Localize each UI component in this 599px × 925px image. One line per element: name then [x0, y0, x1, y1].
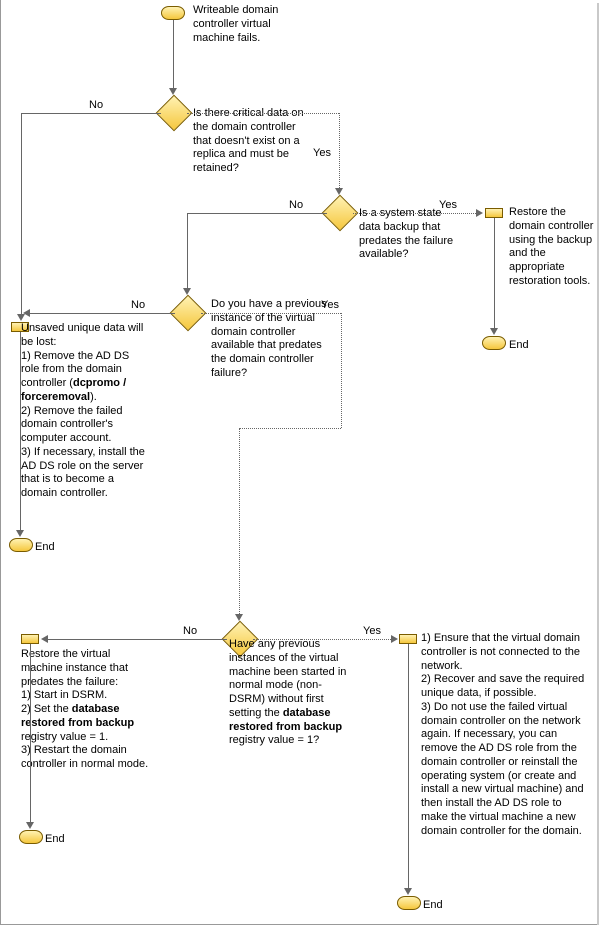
end-label-1: End	[509, 340, 529, 351]
outcome-unsaved-header: Unsaved unique data will be lost:	[21, 322, 143, 348]
outcome-restore-instance-2c: registry value = 1.	[21, 731, 108, 743]
outcome-unsaved-2: 2) Remove the failed domain controller's…	[21, 405, 123, 445]
d2-yes-label: Yes	[439, 200, 457, 211]
d4-no-label: No	[183, 626, 197, 637]
d4-part2: registry value = 1?	[229, 734, 319, 746]
outcome-restore-instance-1: 1) Start in DSRM.	[21, 689, 107, 701]
outcome-do-not-use: 1) Ensure that the virtual domain contro…	[421, 632, 589, 838]
decision-previous-instance-text: Do you have a previous instance of the v…	[211, 298, 327, 381]
outcome-yes-d4-3: 3) Do not use the failed virtual domain …	[421, 701, 584, 837]
start-text: Writeable domain controller virtual mach…	[193, 4, 303, 45]
outcome-unsaved-3: 3) If necessary, install the AD DS role …	[21, 446, 145, 499]
outcome-restore-instance: Restore the virtual machine instance tha…	[21, 648, 151, 772]
d3-yes-label: Yes	[321, 300, 339, 311]
end-label-3: End	[45, 834, 65, 845]
decision-critical-data-text: Is there critical data on the domain con…	[193, 107, 313, 176]
d2-no-label: No	[289, 200, 303, 211]
end-terminal-4	[397, 896, 421, 910]
process-restore-instance	[21, 634, 39, 644]
outcome-yes-d4-2: 2) Recover and save the required unique …	[421, 673, 584, 699]
decision-started-normal-mode-text: Have any previous instances of the virtu…	[229, 638, 355, 748]
start-terminal	[161, 6, 185, 20]
d1-yes-label: Yes	[313, 148, 331, 159]
flowchart-container: Writeable domain controller virtual mach…	[0, 0, 599, 925]
end-label-2: End	[35, 542, 55, 553]
d4-yes-label: Yes	[363, 626, 381, 637]
process-do-not-use	[399, 634, 417, 644]
outcome-unsaved-1c: ).	[90, 391, 97, 403]
end-terminal-1	[482, 336, 506, 350]
outcome-restore-instance-2a: 2) Set the	[21, 703, 72, 715]
outcome-unsaved: Unsaved unique data will be lost: 1) Rem…	[21, 322, 149, 501]
d1-no-label: No	[89, 100, 103, 111]
d3-no-label: No	[131, 300, 145, 311]
outcome-restore-instance-3: 3) Restart the domain controller in norm…	[21, 744, 148, 770]
end-label-4: End	[423, 900, 443, 911]
outcome-restore-backup: Restore the domain controller using the …	[509, 206, 597, 289]
process-restore-backup	[485, 208, 503, 218]
outcome-yes-d4-1: 1) Ensure that the virtual domain contro…	[421, 632, 580, 672]
end-terminal-3	[19, 830, 43, 844]
end-terminal-2	[9, 538, 33, 552]
outcome-restore-instance-header: Restore the virtual machine instance tha…	[21, 648, 128, 688]
decision-system-state-backup-text: Is a system state data backup that preda…	[359, 207, 459, 262]
